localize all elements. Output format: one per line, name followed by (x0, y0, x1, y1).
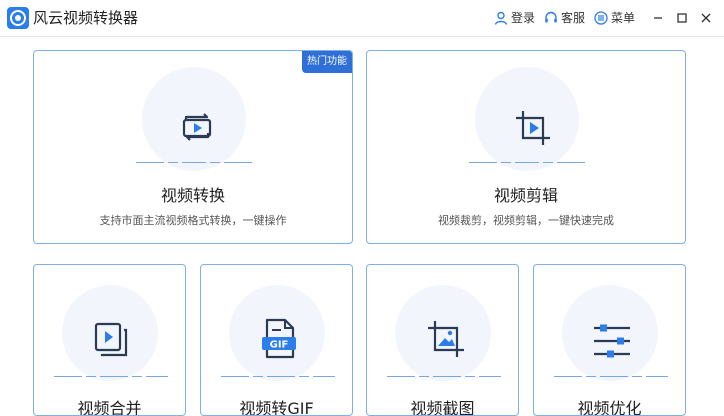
video-screenshot-card[interactable]: 视频截图 (366, 264, 519, 416)
card-title: 视频合并 (77, 399, 142, 416)
video-merge-icon (94, 322, 128, 357)
card-title: 视频转换 (160, 186, 225, 205)
menu-icon (594, 11, 608, 25)
card-title: 视频优化 (577, 399, 642, 416)
menu-button[interactable]: 菜单 (594, 9, 638, 27)
title-bar: 风云视频转换器 登录 客服 菜单 (0, 0, 724, 37)
video-crop-icon (516, 111, 550, 145)
video-convert-icon (182, 113, 212, 141)
headset-icon (545, 11, 557, 23)
maximize-button[interactable] (674, 10, 690, 26)
service-label: 客服 (561, 11, 586, 25)
card-title: 视频截图 (410, 399, 475, 416)
app-title: 风云视频转换器 (33, 9, 139, 27)
minimize-button[interactable] (650, 10, 666, 26)
sliders-icon (594, 324, 630, 358)
svg-text:GIF: GIF (270, 340, 289, 351)
card-title: 视频剪辑 (493, 186, 558, 205)
hot-feature-badge: 热门功能 (302, 51, 352, 73)
video-merge-card[interactable]: 视频合并 (33, 264, 186, 416)
gif-file-icon: GIF (262, 318, 296, 359)
customer-service-button[interactable]: 客服 (544, 9, 588, 27)
user-icon (494, 11, 508, 25)
login-button[interactable]: 登录 (494, 9, 538, 27)
video-convert-card[interactable]: 热门功能 视频转换 支持市面主流视频格式转换，一键操作 (33, 50, 353, 244)
card-description: 视频裁剪，视频剪辑，一键快速完成 (438, 214, 614, 227)
video-crop-card[interactable]: 视频剪辑 视频裁剪，视频剪辑，一键快速完成 (366, 50, 686, 244)
menu-label: 菜单 (611, 11, 636, 25)
card-title: 视频转GIF (239, 399, 314, 416)
card-description: 支持市面主流视频格式转换，一键操作 (99, 214, 287, 227)
app-logo-icon (7, 7, 29, 29)
video-optimize-card[interactable]: 视频优化 (533, 264, 686, 416)
image-crop-icon (428, 321, 464, 357)
video-to-gif-card[interactable]: GIF 视频转GIF (200, 264, 353, 416)
login-label: 登录 (511, 11, 536, 25)
close-button[interactable] (698, 10, 714, 26)
